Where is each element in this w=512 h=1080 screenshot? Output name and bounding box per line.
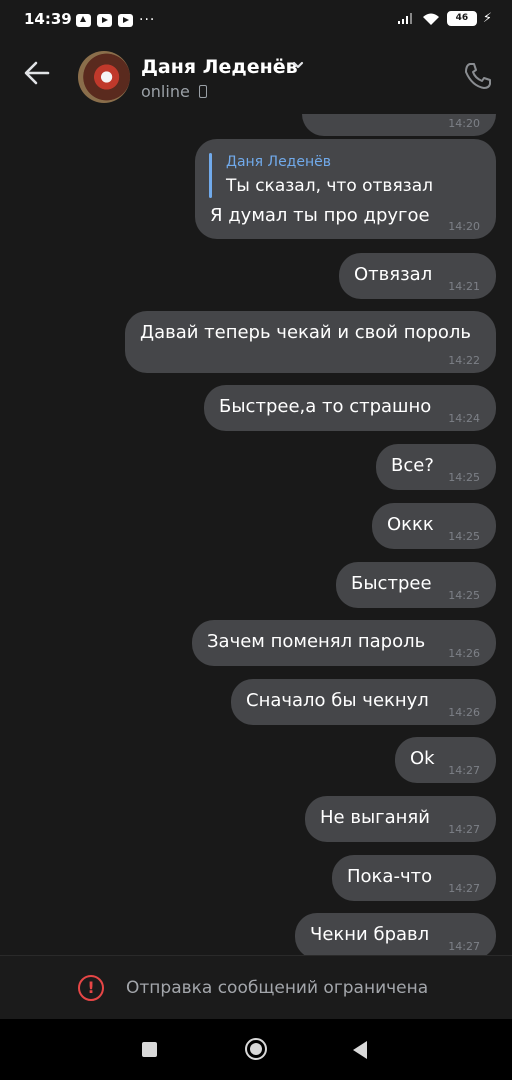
message-text: Давай теперь чекай и свой пороль <box>140 322 472 343</box>
message-bubble[interactable]: Зачем поменял пароль 14:26 <box>192 620 496 666</box>
online-status: online <box>141 82 190 101</box>
message-bubble[interactable]: Отвязал 14:21 <box>339 253 496 299</box>
message-text: Быстрее,а то страшно <box>219 396 432 417</box>
message-bubble[interactable]: Не выганяй 14:27 <box>305 796 496 842</box>
youtube-icon <box>118 13 133 27</box>
message-bubble[interactable]: Чекни бравл 14:27 <box>295 913 496 955</box>
message-text: Быстрее <box>351 573 432 594</box>
system-navigation-bar <box>0 1019 512 1080</box>
youtube-icon <box>97 13 112 27</box>
message-text: Ok <box>410 748 435 769</box>
message-bubble[interactable]: Оккк 14:25 <box>372 503 496 549</box>
upload-icon <box>76 13 91 27</box>
message-time: 14:25 <box>448 471 480 484</box>
home-icon[interactable] <box>245 1038 267 1060</box>
message-bubble[interactable]: Ok 14:27 <box>395 737 496 783</box>
message-time: 14:20 <box>448 220 480 233</box>
status-time: 14:39 <box>24 10 72 28</box>
message-text: Я думал ты про другое <box>210 205 430 226</box>
message-text: Чекни бравл <box>310 924 430 945</box>
message-time: 14:27 <box>448 882 480 895</box>
system-back-icon[interactable] <box>353 1041 367 1059</box>
back-arrow-icon[interactable] <box>24 60 50 86</box>
message-time: 14:27 <box>448 940 480 953</box>
wifi-icon <box>422 13 439 25</box>
more-notifications-icon: ··· <box>139 12 156 28</box>
message-time: 14:25 <box>448 589 480 602</box>
charging-icon: ⚡ <box>482 11 492 26</box>
message-bubble[interactable]: 14:20 <box>302 114 496 136</box>
battery-icon: 46 <box>446 11 477 26</box>
signal-icon <box>397 13 412 24</box>
notification-icons: ··· <box>76 12 155 28</box>
message-text: Пока-что <box>347 866 433 887</box>
chat-header: Даня Леденёв online <box>0 40 512 114</box>
call-icon[interactable] <box>462 60 494 92</box>
message-text: Зачем поменял пароль <box>207 631 426 652</box>
message-text: Все? <box>391 455 434 476</box>
status-bar: 14:39 ··· 46 ⚡ <box>0 0 512 40</box>
message-time: 14:20 <box>448 117 480 130</box>
reply-message-bubble[interactable]: Даня Леденёв Ты сказал, что отвязал Я ду… <box>195 139 496 239</box>
avatar[interactable] <box>78 51 130 103</box>
message-bubble[interactable]: Быстрее 14:25 <box>336 562 496 608</box>
reply-quoted-text: Ты сказал, что отвязал <box>226 176 433 196</box>
message-bubble[interactable]: Быстрее,а то страшно 14:24 <box>204 385 496 431</box>
restriction-text: Отправка сообщений ограничена <box>126 978 429 998</box>
message-bubble[interactable]: Пока-что 14:27 <box>332 855 496 901</box>
message-time: 14:27 <box>448 764 480 777</box>
system-icons: 46 ⚡ <box>397 11 492 26</box>
message-time: 14:27 <box>448 823 480 836</box>
contact-name[interactable]: Даня Леденёв <box>141 56 298 78</box>
message-time: 14:26 <box>448 647 480 660</box>
message-time: 14:21 <box>448 280 480 293</box>
message-text: Оккк <box>387 514 434 535</box>
reply-author: Даня Леденёв <box>226 154 331 170</box>
messaging-restricted-banner: ! Отправка сообщений ограничена <box>0 955 512 1020</box>
phone-device-icon <box>199 85 207 98</box>
warning-icon: ! <box>78 975 104 1001</box>
reply-quote-bar <box>209 153 212 198</box>
message-time: 14:24 <box>448 412 480 425</box>
message-text: Не выганяй <box>320 807 430 828</box>
message-bubble[interactable]: Все? 14:25 <box>376 444 496 490</box>
message-bubble[interactable]: Давай теперь чекай и свой пороль 14:22 <box>125 311 496 373</box>
message-list[interactable]: 14:20 Даня Леденёв Ты сказал, что отвяза… <box>0 114 512 955</box>
chevron-down-icon[interactable] <box>291 58 305 72</box>
message-time: 14:25 <box>448 530 480 543</box>
message-bubble[interactable]: Сначало бы чекнул 14:26 <box>231 679 496 725</box>
message-text: Сначало бы чекнул <box>246 690 429 711</box>
message-time: 14:22 <box>448 354 480 367</box>
message-time: 14:26 <box>448 706 480 719</box>
recents-icon[interactable] <box>142 1042 157 1057</box>
message-text: Отвязал <box>354 264 433 285</box>
